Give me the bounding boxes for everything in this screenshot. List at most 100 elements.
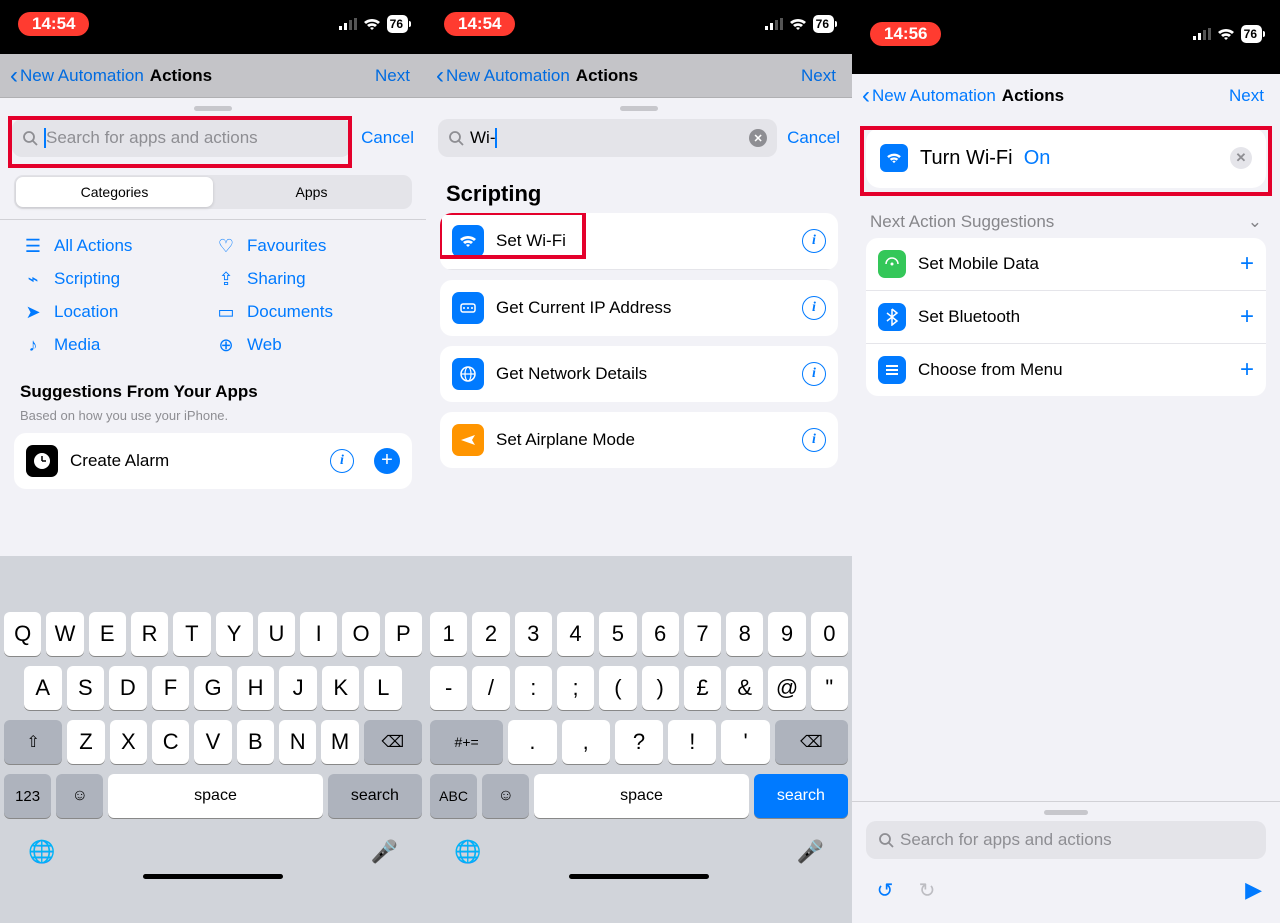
backspace-key[interactable]: ⌫ <box>775 720 848 764</box>
key-v[interactable]: V <box>194 720 231 764</box>
key-9[interactable]: 9 <box>768 612 805 656</box>
suggestion-choose-menu[interactable]: Choose from Menu + <box>866 344 1266 396</box>
key-g[interactable]: G <box>194 666 232 710</box>
key-x[interactable]: X <box>110 720 147 764</box>
add-icon[interactable]: + <box>1240 303 1254 331</box>
next-button[interactable]: Next <box>795 66 842 86</box>
key-z[interactable]: Z <box>67 720 104 764</box>
search-key[interactable]: search <box>328 774 422 818</box>
key-8[interactable]: 8 <box>726 612 763 656</box>
key-w[interactable]: W <box>46 612 83 656</box>
key-d[interactable]: D <box>109 666 147 710</box>
action-set-wifi[interactable]: Set Wi-Fi i <box>440 213 838 270</box>
shift-key[interactable]: ⇧ <box>4 720 62 764</box>
key-)[interactable]: ) <box>642 666 679 710</box>
sheet-grabber[interactable] <box>1044 810 1088 815</box>
key-j[interactable]: J <box>279 666 317 710</box>
key-£[interactable]: £ <box>684 666 721 710</box>
key-3[interactable]: 3 <box>515 612 552 656</box>
search-input[interactable]: Wi- ✕ <box>438 119 777 157</box>
run-button[interactable]: ▶ <box>1245 877 1262 903</box>
globe-key[interactable]: 🌐 <box>454 839 481 865</box>
key-?[interactable]: ? <box>615 720 663 764</box>
emoji-key[interactable]: ☺ <box>56 774 103 818</box>
suggestion-mobile-data[interactable]: Set Mobile Data + <box>866 238 1266 291</box>
cat-scripting[interactable]: ⌁Scripting <box>22 269 211 290</box>
key-r[interactable]: R <box>131 612 168 656</box>
key-c[interactable]: C <box>152 720 189 764</box>
key-h[interactable]: H <box>237 666 275 710</box>
emoji-key[interactable]: ☺ <box>482 774 529 818</box>
symbols-key[interactable]: #+= <box>430 720 503 764</box>
key-7[interactable]: 7 <box>684 612 721 656</box>
action-get-ip[interactable]: Get Current IP Address i <box>440 280 838 336</box>
key-.[interactable]: . <box>508 720 556 764</box>
search-key[interactable]: search <box>754 774 848 818</box>
key-6[interactable]: 6 <box>642 612 679 656</box>
key-y[interactable]: Y <box>216 612 253 656</box>
cat-all-actions[interactable]: ☰All Actions <box>22 236 211 257</box>
predictive-bar[interactable] <box>426 556 852 606</box>
key-,[interactable]: , <box>562 720 610 764</box>
info-icon[interactable]: i <box>802 296 826 320</box>
key-k[interactable]: K <box>322 666 360 710</box>
cat-favourites[interactable]: ♡Favourites <box>215 236 404 257</box>
predictive-bar[interactable] <box>0 556 426 606</box>
mic-key[interactable]: 🎤 <box>797 839 824 865</box>
key-t[interactable]: T <box>173 612 210 656</box>
globe-key[interactable]: 🌐 <box>28 839 55 865</box>
action-network-details[interactable]: Get Network Details i <box>440 346 838 402</box>
next-button[interactable]: Next <box>1223 86 1270 106</box>
key-f[interactable]: F <box>152 666 190 710</box>
info-icon[interactable]: i <box>330 449 354 473</box>
number-key[interactable]: 123 <box>4 774 51 818</box>
key-4[interactable]: 4 <box>557 612 594 656</box>
key-u[interactable]: U <box>258 612 295 656</box>
dismiss-icon[interactable]: ✕ <box>1230 147 1252 169</box>
backspace-key[interactable]: ⌫ <box>364 720 422 764</box>
key-p[interactable]: P <box>385 612 422 656</box>
space-key[interactable]: space <box>534 774 748 818</box>
cancel-button[interactable]: Cancel <box>361 128 414 148</box>
add-icon[interactable]: + <box>1240 250 1254 278</box>
key-'[interactable]: ' <box>721 720 769 764</box>
key-e[interactable]: E <box>89 612 126 656</box>
key-s[interactable]: S <box>67 666 105 710</box>
search-input[interactable]: Search for apps and actions <box>12 119 351 157</box>
key-@[interactable]: @ <box>768 666 805 710</box>
key-l[interactable]: L <box>364 666 402 710</box>
space-key[interactable]: space <box>108 774 322 818</box>
info-icon[interactable]: i <box>802 229 826 253</box>
key--[interactable]: - <box>430 666 467 710</box>
key-o[interactable]: O <box>342 612 379 656</box>
key-;[interactable]: ; <box>557 666 594 710</box>
clear-icon[interactable]: ✕ <box>749 129 767 147</box>
segmented-apps[interactable]: Apps <box>213 177 410 207</box>
key-i[interactable]: I <box>300 612 337 656</box>
back-button[interactable]: ‹ New Automation Actions <box>862 82 1223 110</box>
segmented-categories[interactable]: Categories <box>16 177 213 207</box>
key-2[interactable]: 2 <box>472 612 509 656</box>
abc-key[interactable]: ABC <box>430 774 477 818</box>
key-m[interactable]: M <box>321 720 358 764</box>
next-button[interactable]: Next <box>369 66 416 86</box>
key-a[interactable]: A <box>24 666 62 710</box>
cat-sharing[interactable]: ⇪Sharing <box>215 269 404 290</box>
segmented-control[interactable]: Categories Apps <box>14 175 412 209</box>
cat-media[interactable]: ♪Media <box>22 335 211 356</box>
key-b[interactable]: B <box>237 720 274 764</box>
add-icon[interactable]: + <box>374 448 400 474</box>
key-"[interactable]: " <box>811 666 848 710</box>
undo-button[interactable]: ↺ <box>870 875 900 905</box>
back-button[interactable]: ‹ New Automation Actions <box>436 62 795 90</box>
add-icon[interactable]: + <box>1240 356 1254 384</box>
info-icon[interactable]: i <box>802 362 826 386</box>
key-([interactable]: ( <box>599 666 636 710</box>
action-value[interactable]: On <box>1024 147 1051 169</box>
key-&[interactable]: & <box>726 666 763 710</box>
cat-web[interactable]: ⊕Web <box>215 335 404 356</box>
cat-location[interactable]: ➤Location <box>22 302 211 323</box>
cat-documents[interactable]: ▭Documents <box>215 302 404 323</box>
action-block-wifi[interactable]: Turn Wi-Fi On ✕ <box>866 128 1266 188</box>
key-0[interactable]: 0 <box>811 612 848 656</box>
